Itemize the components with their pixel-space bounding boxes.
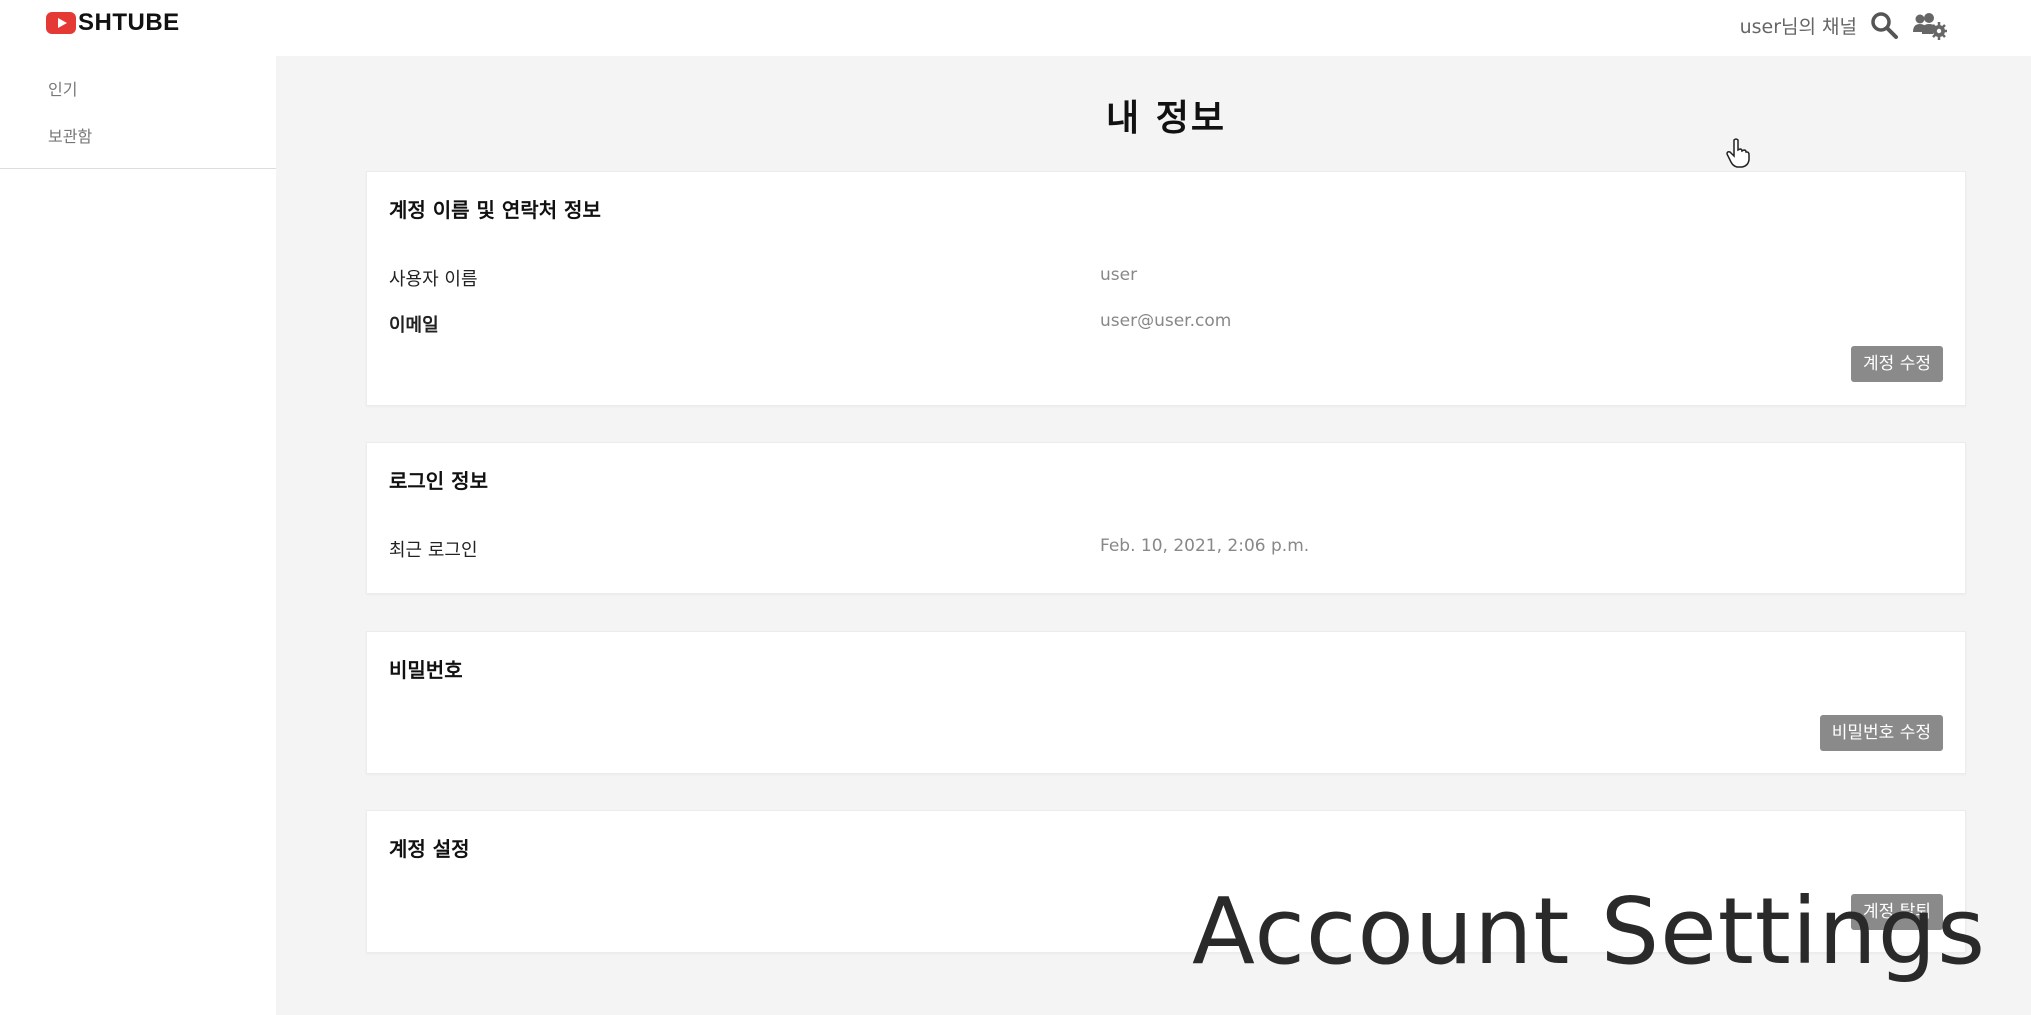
login-info-card: 로그인 정보 최근 로그인 Feb. 10, 2021, 2:06 p.m. — [366, 442, 1966, 594]
account-settings-title: 계정 설정 — [389, 837, 470, 861]
sidebar-menu: 인기 보관함 — [0, 56, 276, 169]
top-bar: SHTUBE user님의 채널 — [0, 0, 2031, 56]
email-value: user@user.com — [1100, 311, 1232, 331]
my-channel-link[interactable]: user님의 채널 — [1740, 12, 1857, 39]
username-label: 사용자 이름 — [389, 269, 478, 290]
hand-cursor-icon — [1726, 138, 1750, 168]
users-gear-icon[interactable] — [1911, 10, 1948, 40]
password-card: 비밀번호 비밀번호 수정 — [366, 631, 1966, 774]
last-login-label: 최근 로그인 — [389, 540, 478, 561]
play-logo-icon — [46, 12, 76, 34]
last-login-value: Feb. 10, 2021, 2:06 p.m. — [1100, 536, 1310, 556]
sidebar: 인기 보관함 — [0, 56, 276, 1015]
username-value: user — [1100, 265, 1138, 285]
search-icon[interactable] — [1869, 10, 1899, 40]
account-info-title: 계정 이름 및 연락처 정보 — [389, 198, 601, 222]
main-content: 내 정보 계정 이름 및 연락처 정보 사용자 이름 user 이메일 user… — [276, 56, 2031, 1015]
video-caption-overlay: Account Settings — [1192, 878, 1987, 985]
logo[interactable]: SHTUBE — [46, 9, 180, 36]
page-title: 내 정보 — [1106, 98, 1226, 139]
sidebar-item-popular[interactable]: 인기 — [0, 78, 276, 125]
brand-name: SHTUBE — [78, 9, 180, 36]
email-label: 이메일 — [389, 315, 439, 336]
sidebar-item-library[interactable]: 보관함 — [0, 125, 276, 172]
edit-account-button[interactable]: 계정 수정 — [1851, 346, 1943, 382]
password-title: 비밀번호 — [389, 658, 463, 682]
header-actions: user님의 채널 — [1740, 10, 1948, 40]
edit-password-button[interactable]: 비밀번호 수정 — [1819, 715, 1943, 751]
login-info-title: 로그인 정보 — [389, 469, 488, 493]
account-info-card: 계정 이름 및 연락처 정보 사용자 이름 user 이메일 user@user… — [366, 171, 1966, 406]
